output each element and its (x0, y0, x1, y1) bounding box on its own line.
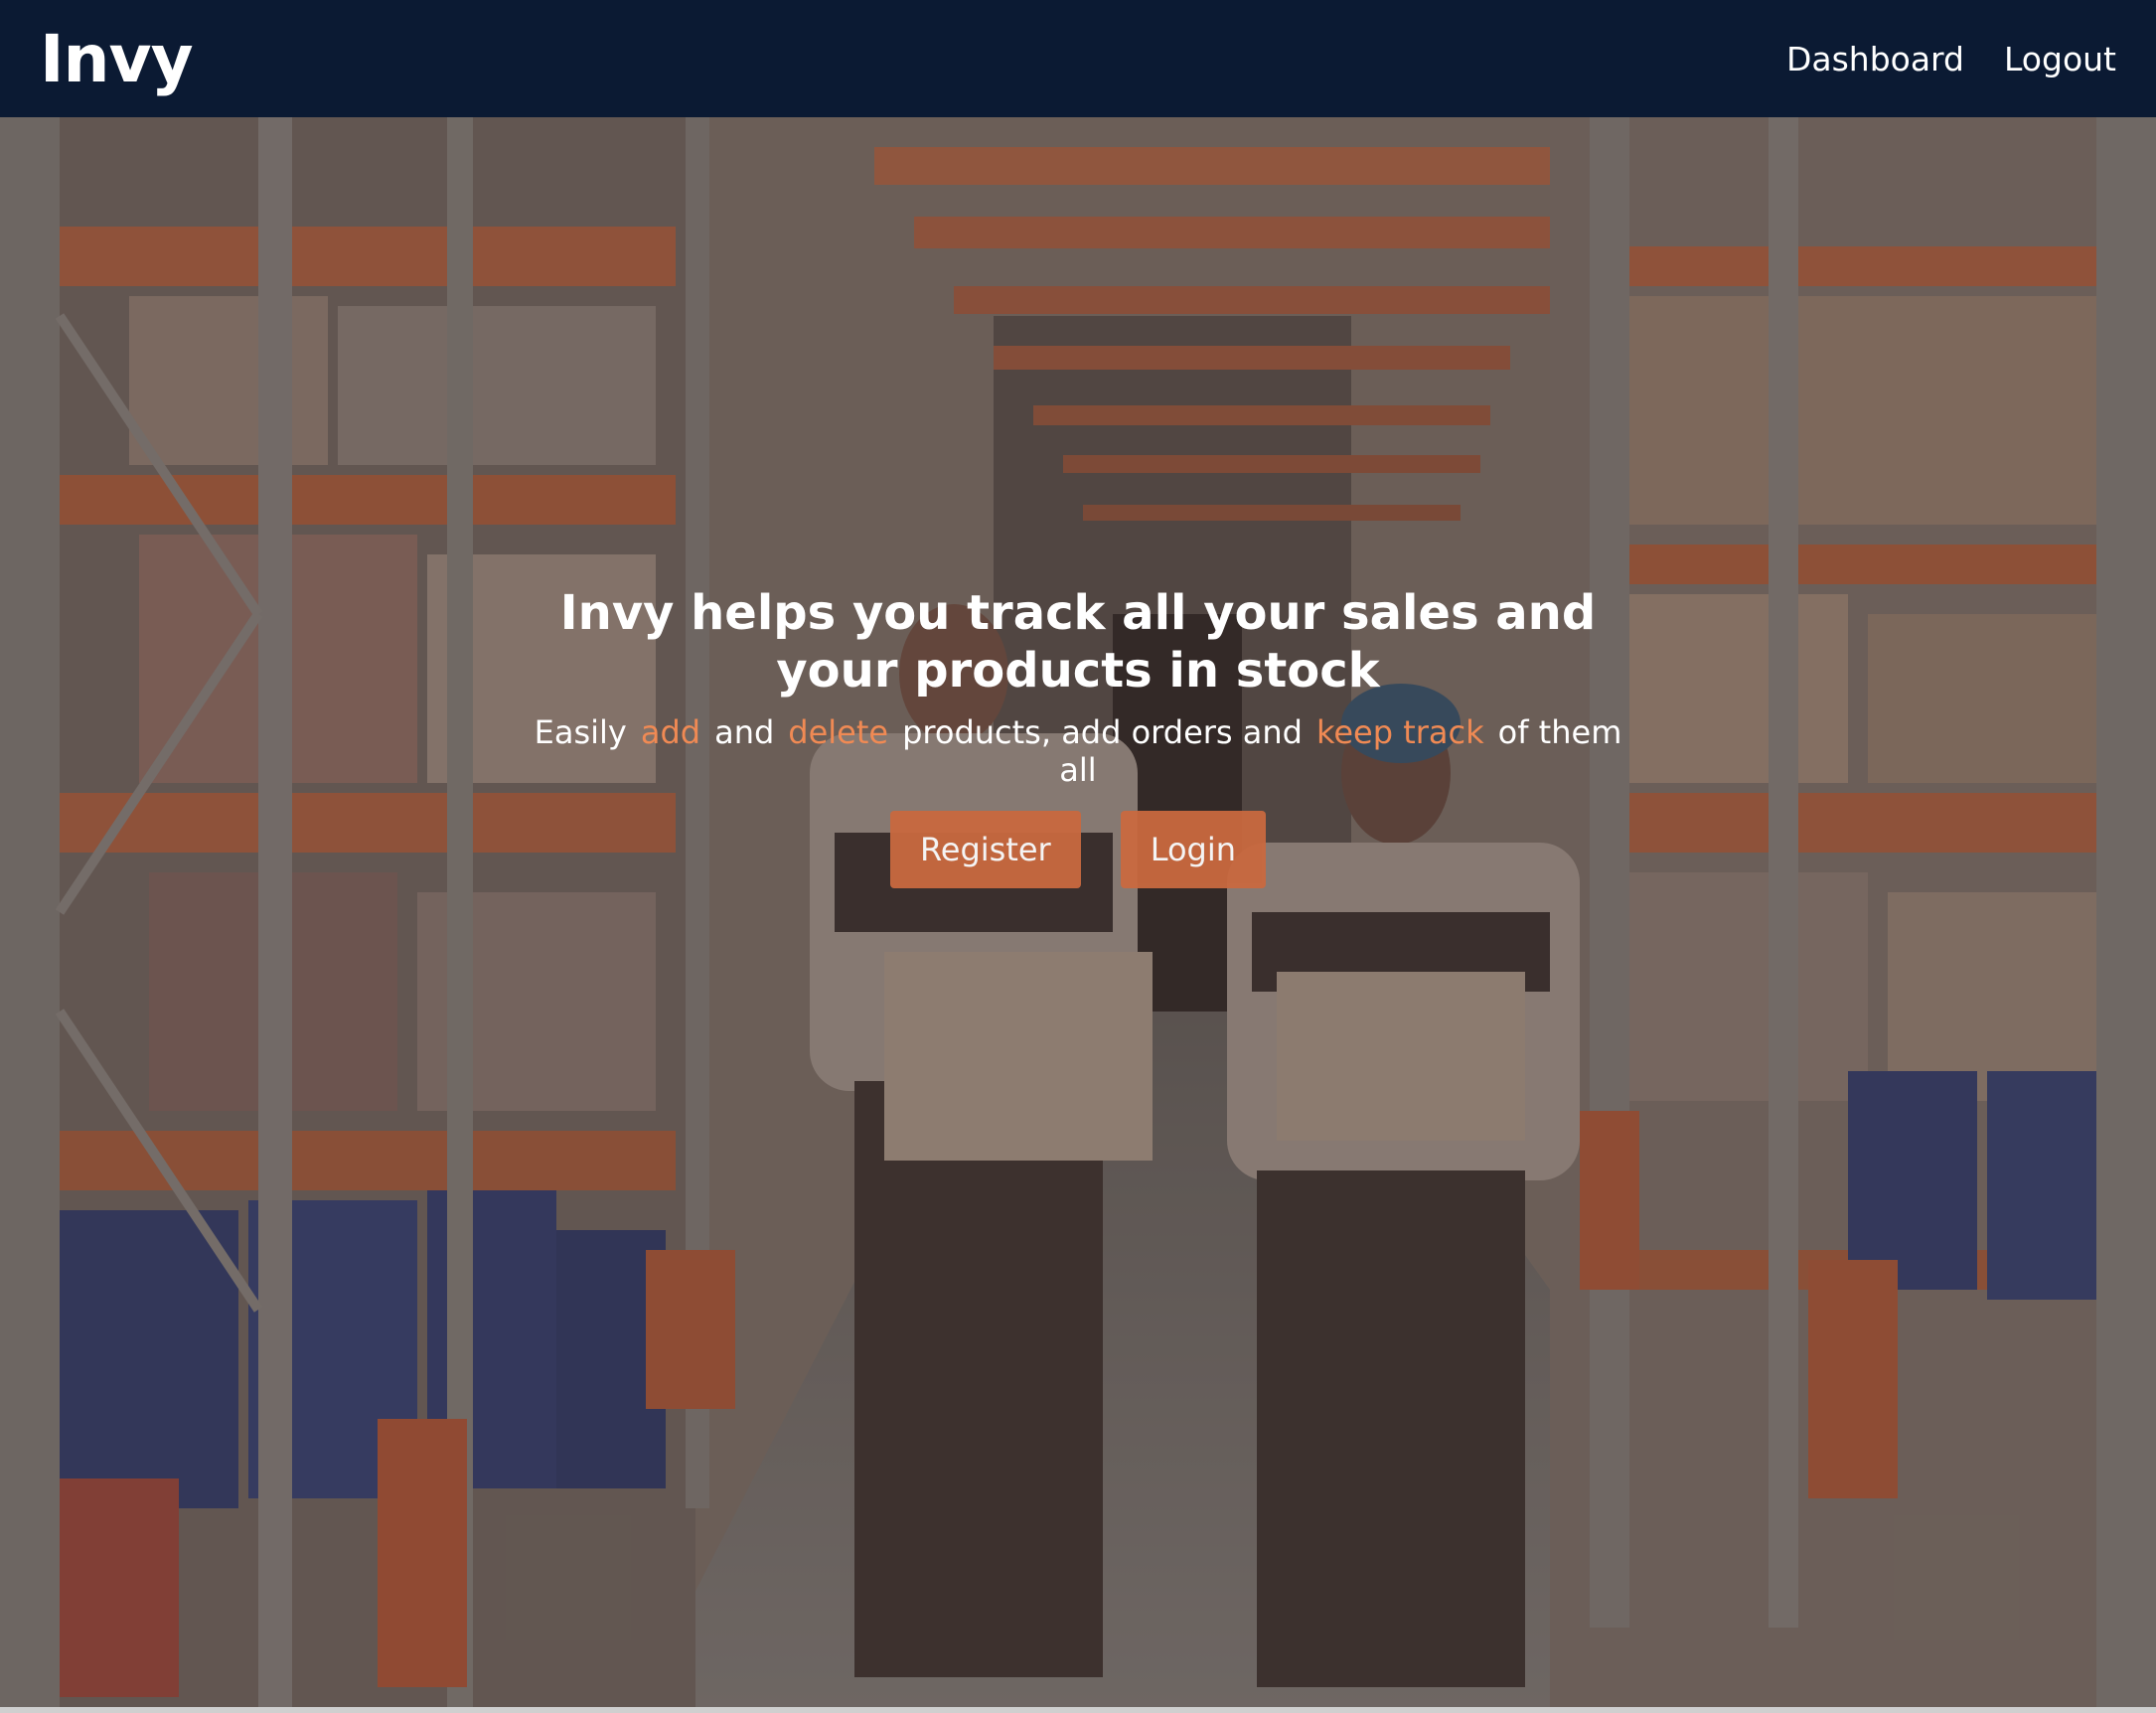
hero-section: Invy helps you track all your sales and … (0, 117, 2156, 1707)
nav-link-dashboard[interactable]: Dashboard (1786, 40, 1964, 78)
register-button[interactable]: Register (889, 811, 1081, 888)
subtitle-text-and: and (714, 713, 775, 751)
subtitle-text-products: products, add orders and (902, 713, 1303, 751)
nav-links: Dashboard Logout (1786, 40, 2116, 78)
page-bottom-edge (0, 1707, 2156, 1713)
highlight-add: add (640, 713, 701, 751)
hero-dark-overlay (0, 117, 2156, 1707)
subtitle-text-easily: Easily (534, 713, 627, 751)
login-button[interactable]: Login (1120, 811, 1267, 888)
hero-title: Invy helps you track all your sales and … (559, 585, 1597, 699)
landing-page: Invy Dashboard Logout Invy helps you tra… (0, 0, 2156, 1713)
nav-link-logout[interactable]: Logout (2004, 40, 2116, 78)
highlight-delete: delete (788, 713, 889, 751)
hero-buttons: Register Login (482, 811, 1674, 888)
top-navbar: Invy Dashboard Logout (0, 0, 2156, 117)
highlight-keep-track: keep track (1315, 713, 1484, 751)
hero-subtitle: Easily add and delete products, add orders a… (482, 713, 1674, 789)
hero-content: Invy helps you track all your sales and … (482, 584, 1674, 888)
brand-logo[interactable]: Invy (40, 21, 194, 97)
